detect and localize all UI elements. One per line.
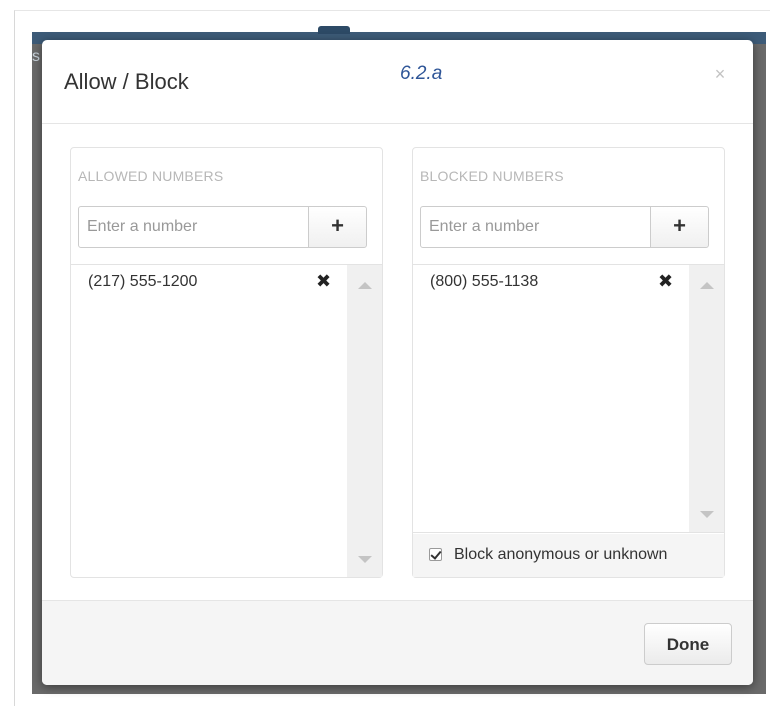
blocked-input-group: + <box>420 206 710 248</box>
allowed-add-button[interactable]: + <box>308 206 367 248</box>
block-anonymous-label[interactable]: Block anonymous or unknown <box>454 546 667 564</box>
remove-icon[interactable]: ✖ <box>316 271 331 292</box>
blocked-numbers-list: (800) 555-1138 ✖ <box>413 264 724 533</box>
blocked-list-scrollbar[interactable] <box>689 265 724 532</box>
allowed-numbers-list: (217) 555-1200 ✖ <box>71 264 382 577</box>
background-tab <box>318 26 350 34</box>
list-item: (217) 555-1200 ✖ <box>71 265 346 297</box>
modal-title: Allow / Block <box>64 69 189 94</box>
allowed-input-group: + <box>78 206 368 248</box>
block-anonymous-checkbox[interactable] <box>429 548 442 561</box>
allowed-list-scrollbar[interactable] <box>347 265 382 577</box>
modal-footer: Done <box>42 600 753 685</box>
allowed-numbers-panel: ALLOWED NUMBERS + (217) 555-1200 ✖ <box>70 147 383 578</box>
modal-header: Allow / Block 6.2.a × <box>42 40 753 124</box>
scroll-down-arrow-icon[interactable] <box>700 511 714 518</box>
scroll-up-arrow-icon[interactable] <box>700 282 714 289</box>
allowed-number-text: (217) 555-1200 <box>88 273 198 290</box>
block-anonymous-row: Block anonymous or unknown <box>413 534 724 577</box>
blocked-numbers-panel: BLOCKED NUMBERS + (800) 555-1138 ✖ Block… <box>412 147 725 578</box>
background-partial-text: s <box>32 48 40 65</box>
allow-block-dialog: Allow / Block 6.2.a × ALLOWED NUMBERS + … <box>42 40 753 685</box>
annotation-label: 6.2.a <box>400 63 443 84</box>
plus-icon: + <box>673 213 686 238</box>
list-item: (800) 555-1138 ✖ <box>413 265 688 297</box>
close-icon[interactable]: × <box>708 62 732 86</box>
blocked-number-input[interactable] <box>420 206 651 248</box>
allowed-number-input[interactable] <box>78 206 309 248</box>
scroll-down-arrow-icon[interactable] <box>358 556 372 563</box>
scroll-up-arrow-icon[interactable] <box>358 282 372 289</box>
blocked-number-text: (800) 555-1138 <box>430 273 539 290</box>
blocked-numbers-title: BLOCKED NUMBERS <box>420 168 564 184</box>
remove-icon[interactable]: ✖ <box>658 271 673 292</box>
allowed-numbers-title: ALLOWED NUMBERS <box>78 168 224 184</box>
plus-icon: + <box>331 213 344 238</box>
blocked-add-button[interactable]: + <box>650 206 709 248</box>
done-button[interactable]: Done <box>644 623 732 665</box>
